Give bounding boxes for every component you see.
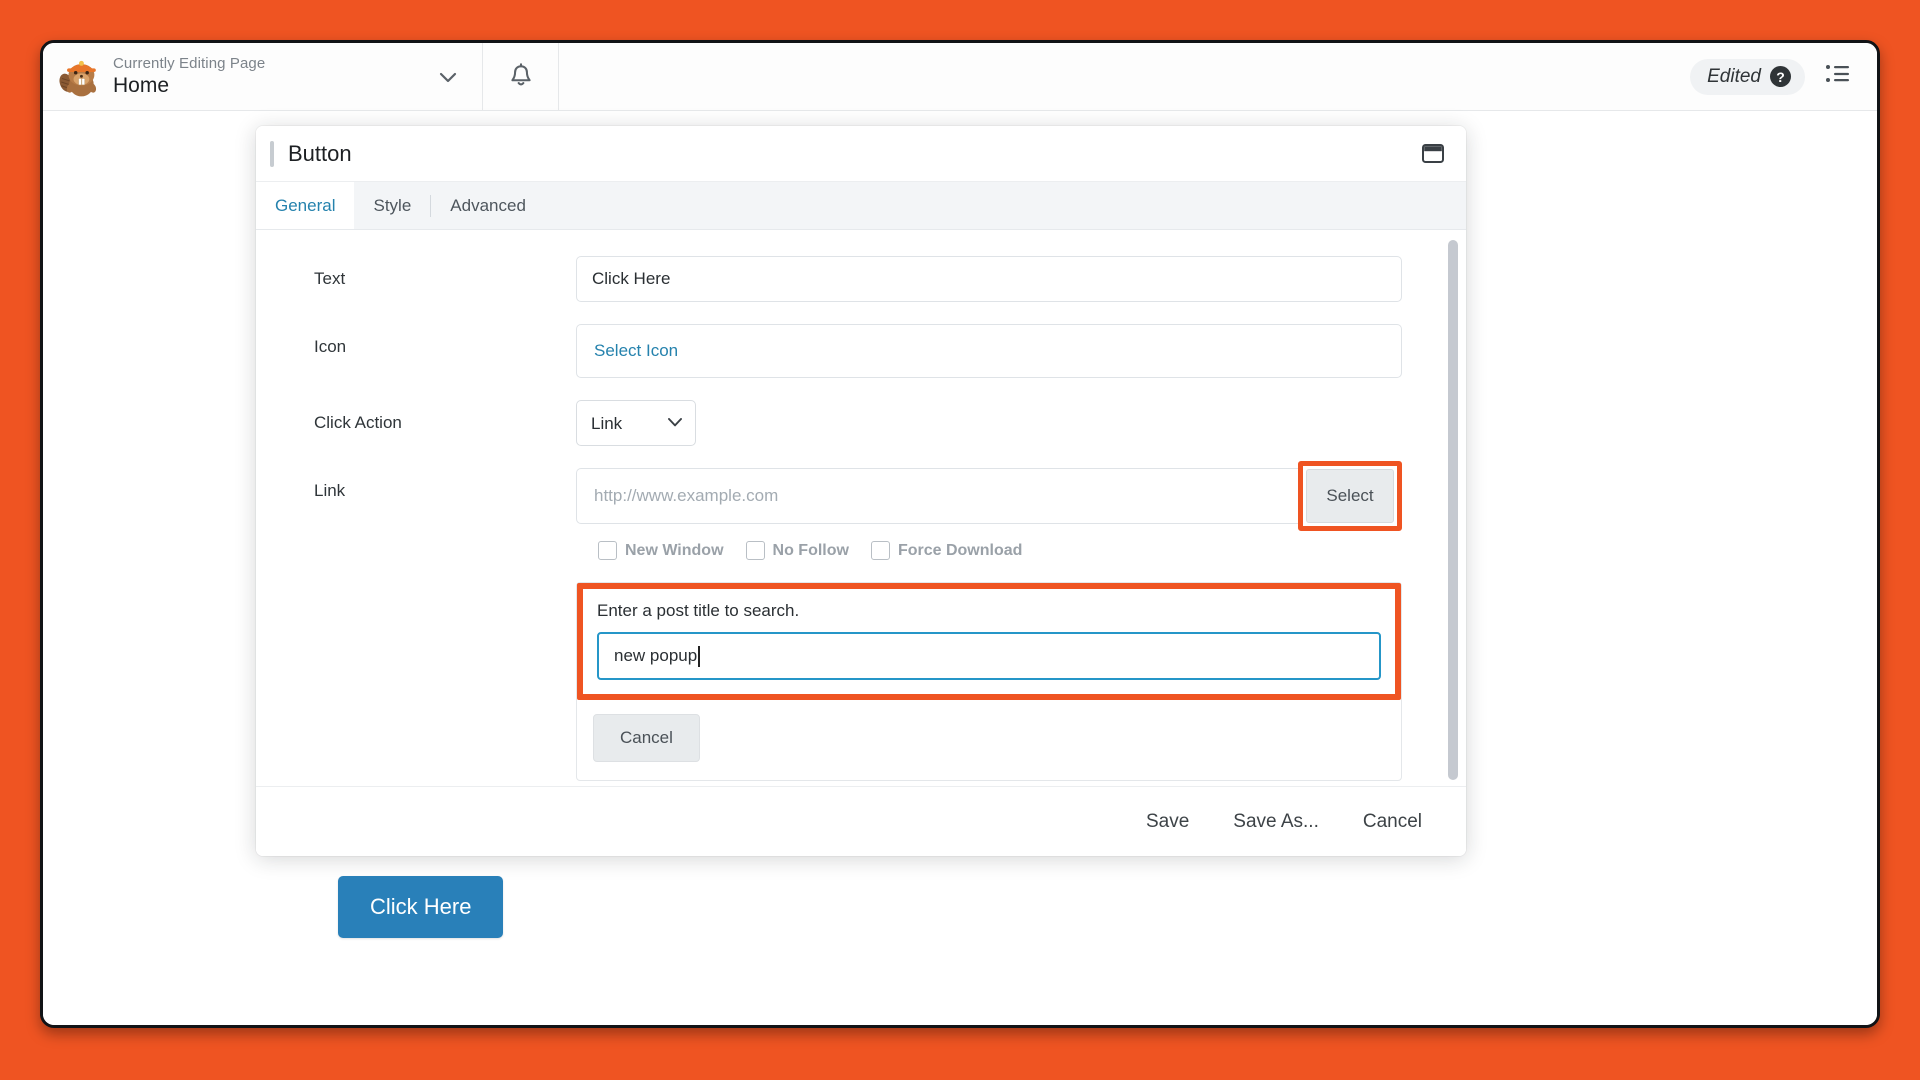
topbar-actions: Edited ? [1690,43,1877,110]
field-icon-wrap: Select Icon [576,324,1432,378]
panel-scroll-content: Text Icon Select Icon [256,230,1466,786]
panel-footer: Save Save As... Cancel [256,786,1466,856]
select-button-highlight: Select [1298,461,1402,531]
label-link: Link [314,481,346,500]
edited-label: Edited [1707,65,1761,87]
select-link-button[interactable]: Select [1306,469,1394,523]
label-text: Text [314,269,346,288]
post-search-input-value: new popup [614,646,698,665]
checkbox-box-icon[interactable] [598,541,617,560]
select-icon-link[interactable]: Select Icon [594,341,678,361]
panel-title: Button [288,140,352,166]
notifications-bell-icon[interactable] [483,43,559,110]
panel-body: Text Icon Select Icon [256,230,1466,786]
browser-window: Currently Editing Page Home Edited ? But… [40,40,1880,1028]
field-click-action-wrap: Link [576,400,1432,446]
builder-topbar: Currently Editing Page Home Edited ? [43,43,1877,111]
beaver-logo-icon [57,54,103,100]
panel-scrollbar[interactable] [1448,240,1458,780]
save-as-button[interactable]: Save As... [1233,811,1319,833]
label-icon: Icon [314,337,347,356]
chevron-down-icon[interactable] [426,43,470,110]
field-row-link: Link Select [256,461,1432,781]
panel-header: Button [256,126,1466,182]
tab-general[interactable]: General [256,182,355,229]
post-search-label: Enter a post title to search. [597,601,800,620]
post-search-cancel-button[interactable]: Cancel [593,714,700,762]
link-input-group: Select [576,461,1402,531]
checkbox-new-window[interactable]: New Window [598,541,724,560]
page-cta-button[interactable]: Click Here [338,876,504,938]
checkbox-box-icon[interactable] [745,541,765,560]
field-row-click-action: Click Action Link [256,400,1432,446]
brand-area[interactable]: Currently Editing Page Home [43,43,483,110]
field-row-icon: Icon Select Icon [256,324,1432,378]
module-settings-panel: Button General Style Advanced Text Click… [256,126,1466,856]
field-row-text: Text [256,256,1432,302]
checkbox-force-download[interactable]: Force Download [870,541,1023,560]
field-link-wrap: Select New Window [576,461,1432,781]
field-text-wrap [576,256,1432,302]
label-click-action: Click Action [314,413,402,432]
drag-handle[interactable] [270,140,274,167]
post-search-popup: Enter a post title to search. new popup … [576,582,1402,781]
panel-tabs: General Style Advanced [256,182,1466,230]
brand-text: Currently Editing Page Home [113,55,416,97]
post-search-highlight: Enter a post title to search. new popup [577,583,1401,700]
text-caret [698,645,700,667]
editing-kicker: Currently Editing Page [113,55,266,73]
post-search-input[interactable]: new popup [597,632,1381,680]
cancel-button[interactable]: Cancel [1363,811,1422,833]
tab-style-label: Style [373,195,412,215]
save-button[interactable]: Save [1146,811,1189,833]
click-action-select[interactable]: Link [576,400,696,446]
page-canvas: Button General Style Advanced Text Click… [43,111,1877,1025]
tab-style[interactable]: Style [354,182,430,229]
checkbox-no-follow-label: No Follow [772,541,849,559]
link-input[interactable] [576,468,1298,524]
dock-window-icon[interactable] [1422,144,1444,163]
checkbox-new-window-label: New Window [625,541,724,559]
checkbox-force-download-label: Force Download [897,541,1023,559]
checkbox-box-icon[interactable] [870,541,890,560]
tab-advanced-label: Advanced [450,195,526,215]
post-search-footer: Cancel [577,700,1401,780]
tab-advanced[interactable]: Advanced [431,182,545,229]
page-title: Home [113,73,170,97]
checkbox-no-follow[interactable]: No Follow [745,541,849,560]
status-badge-edited[interactable]: Edited ? [1690,58,1805,95]
tab-general-label: General [275,195,336,215]
link-options-row: New Window No Follow Force Download [576,541,1402,560]
outline-list-icon[interactable] [1821,59,1855,94]
question-mark-icon[interactable]: ? [1770,66,1791,87]
select-icon-box[interactable]: Select Icon [576,324,1402,378]
click-action-select-wrap: Link [576,400,696,446]
text-input[interactable] [576,256,1402,302]
